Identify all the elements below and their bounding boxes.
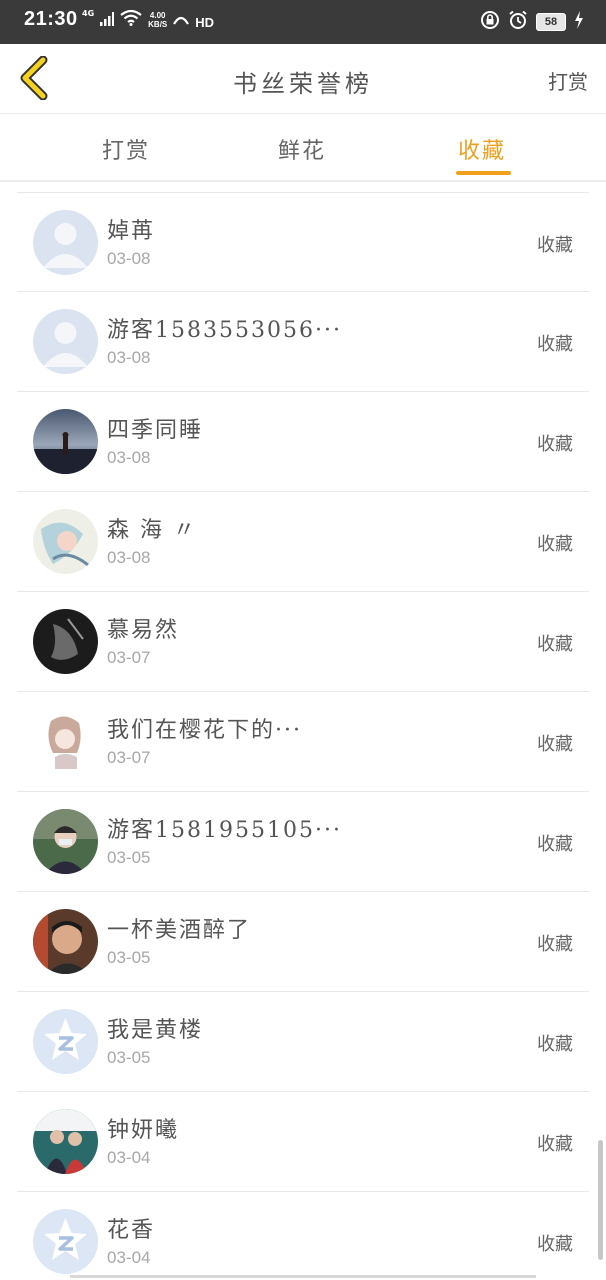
list-item[interactable]: 我们在樱花下的··· 03-07 收藏 xyxy=(17,692,589,792)
hd-call-icon xyxy=(173,11,190,30)
action-label: 收藏 xyxy=(537,534,573,555)
avatar[interactable] xyxy=(33,509,98,574)
action-label: 收藏 xyxy=(537,1234,573,1255)
status-time: 21:30 xyxy=(24,8,78,30)
user-name: 花香 xyxy=(107,1218,156,1243)
avatar[interactable] xyxy=(33,210,98,275)
date: 03-04 xyxy=(107,1148,151,1167)
network-type: 4G xyxy=(82,9,95,18)
charging-icon xyxy=(574,11,584,33)
user-name: 游客1581955105··· xyxy=(107,818,342,843)
alarm-icon xyxy=(508,10,528,34)
avatar[interactable] xyxy=(33,409,98,474)
list-item[interactable]: 婥苒 03-08 收藏 xyxy=(17,192,589,292)
action-label: 收藏 xyxy=(537,434,573,455)
action-label: 收藏 xyxy=(537,834,573,855)
list-item[interactable]: 游客1581955105··· 03-05 收藏 xyxy=(17,792,589,892)
hd-label: HD xyxy=(195,14,215,30)
list-item[interactable]: 花香 03-04 收藏 xyxy=(17,1192,589,1280)
user-name: 森 海 〃 xyxy=(107,518,197,543)
user-name: 一杯美酒醉了 xyxy=(107,918,252,943)
battery-indicator: 58 xyxy=(536,13,566,31)
date: 03-08 xyxy=(107,548,151,567)
nav-bar: 书丝荣誉榜 打赏 xyxy=(0,44,606,114)
list-item[interactable]: 游客1583553056··· 03-08 收藏 xyxy=(17,292,589,392)
list-item[interactable]: 钟妍曦 03-04 收藏 xyxy=(17,1092,589,1192)
wifi-icon xyxy=(120,9,142,30)
user-name: 钟妍曦 xyxy=(107,1118,180,1143)
user-name: 婥苒 xyxy=(107,219,156,244)
user-name: 慕易然 xyxy=(107,618,180,643)
action-label: 收藏 xyxy=(537,634,573,655)
active-tab-indicator xyxy=(456,171,511,175)
action-label: 收藏 xyxy=(537,1134,573,1155)
list-item[interactable]: 一杯美酒醉了 03-05 收藏 xyxy=(17,892,589,992)
bottom-divider xyxy=(70,1275,536,1278)
date: 03-07 xyxy=(107,748,151,767)
date: 03-05 xyxy=(107,948,151,967)
date: 03-07 xyxy=(107,648,151,667)
avatar[interactable] xyxy=(33,1209,98,1274)
avatar[interactable] xyxy=(33,809,98,874)
fan-list: 婥苒 03-08 收藏 游客1583553056··· 03-08 收藏 四季同… xyxy=(0,192,606,1280)
date: 03-05 xyxy=(107,1048,151,1067)
signal-icon xyxy=(100,11,115,30)
list-item[interactable]: 森 海 〃 03-08 收藏 xyxy=(17,492,589,592)
scrollbar[interactable] xyxy=(598,1140,603,1260)
page-title: 书丝荣誉榜 xyxy=(233,70,373,98)
lock-rotation-icon xyxy=(480,10,500,34)
user-name: 四季同睡 xyxy=(107,418,204,443)
action-label: 收藏 xyxy=(537,734,573,755)
avatar[interactable] xyxy=(33,1109,98,1174)
network-speed: 4.00 KB/S xyxy=(148,11,168,29)
user-name: 游客1583553056··· xyxy=(107,318,342,343)
action-label: 收藏 xyxy=(537,334,573,355)
date: 03-05 xyxy=(107,848,151,867)
action-label: 收藏 xyxy=(537,934,573,955)
action-label: 收藏 xyxy=(537,1034,573,1055)
list-item[interactable]: 慕易然 03-07 收藏 xyxy=(17,592,589,692)
date: 03-08 xyxy=(107,348,151,367)
list-item[interactable]: 我是黄楼 03-05 收藏 xyxy=(17,992,589,1092)
avatar[interactable] xyxy=(33,609,98,674)
date: 03-08 xyxy=(107,448,151,467)
user-name: 我是黄楼 xyxy=(107,1018,204,1043)
list-item[interactable]: 四季同睡 03-08 收藏 xyxy=(17,392,589,492)
reward-button[interactable]: 打赏 xyxy=(548,66,588,95)
user-name: 我们在樱花下的··· xyxy=(107,718,302,743)
avatar[interactable] xyxy=(33,709,98,774)
status-bar: 21:30 4G 4.00 KB/S HD 58 xyxy=(0,0,606,44)
avatar[interactable] xyxy=(33,1009,98,1074)
date: 03-04 xyxy=(107,1248,151,1267)
date: 03-08 xyxy=(107,249,151,268)
avatar[interactable] xyxy=(33,309,98,374)
avatar[interactable] xyxy=(33,909,98,974)
tab-favorites[interactable]: 收藏 xyxy=(458,133,506,165)
tab-flowers[interactable]: 鲜花 xyxy=(278,133,326,165)
tab-reward[interactable]: 打赏 xyxy=(102,133,150,165)
tab-bar: 打赏 鲜花 收藏 xyxy=(0,115,606,182)
action-label: 收藏 xyxy=(537,235,573,256)
